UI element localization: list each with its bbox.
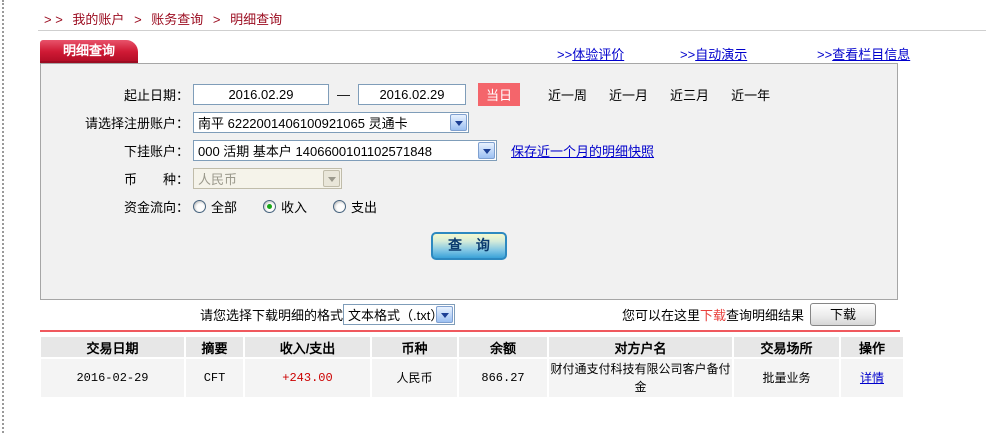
cell-balance: 866.27 <box>459 359 547 397</box>
currency-select: 人民币 <box>193 168 342 189</box>
register-account-row: 请选择注册账户： 南平 6222001406100921065 灵通卡 <box>41 112 897 133</box>
chevron-down-icon <box>478 142 495 159</box>
end-date-input[interactable] <box>358 84 466 105</box>
sub-account-value: 000 活期 基本户 1406600101102571848 <box>198 144 432 159</box>
breadcrumb-item-my-account[interactable]: 我的账户 <box>72 12 124 27</box>
query-form-panel: 起止日期： — 当日 近一周 近一月 近三月 近一年 请选择注册账户： 南平 6… <box>40 63 898 300</box>
chevron-down-icon <box>436 306 454 323</box>
sub-account-row: 下挂账户： 000 活期 基本户 1406600101102571848 保存近… <box>41 140 897 161</box>
red-divider <box>40 330 900 332</box>
breadcrumb-prefix: > > <box>44 12 63 27</box>
download-format-select[interactable]: 文本格式（.txt） <box>343 304 456 325</box>
chevron-down-icon <box>323 170 340 187</box>
radio-expense[interactable]: 支出 <box>333 197 377 216</box>
radio-income[interactable]: 收入 <box>263 197 307 216</box>
breadcrumb-item-detail-query[interactable]: 明细查询 <box>230 12 282 27</box>
radio-all[interactable]: 全部 <box>193 197 237 216</box>
experience-review-link[interactable]: >>体验评价 <box>557 44 624 63</box>
quick-year-button[interactable]: 近一年 <box>731 85 770 104</box>
currency-label: 币 种： <box>123 172 189 187</box>
radio-icon <box>333 200 347 213</box>
col-header-amount: 收入/支出 <box>245 337 370 357</box>
chevron-down-icon <box>450 114 467 131</box>
cell-summary: CFT <box>186 359 243 397</box>
register-account-label: 请选择注册账户： <box>84 116 189 131</box>
date-range-label: 起止日期： <box>123 88 189 103</box>
register-account-select[interactable]: 南平 6222001406100921065 灵通卡 <box>193 112 469 133</box>
cell-place: 批量业务 <box>734 359 839 397</box>
radio-expense-label: 支出 <box>351 200 378 215</box>
col-header-action: 操作 <box>841 337 903 357</box>
download-format-value: 文本格式（.txt） <box>348 308 437 323</box>
col-header-date: 交易日期 <box>41 337 184 357</box>
register-account-value: 南平 6222001406100921065 灵通卡 <box>198 116 408 131</box>
detail-link[interactable]: 详情 <box>860 371 884 385</box>
cell-amount: +243.00 <box>245 359 370 397</box>
download-row: 请您选择下载明细的格式 文本格式（.txt） 您可以在这里 下载 查询明细结果 … <box>40 303 898 326</box>
cell-date: 2016-02-29 <box>41 359 184 397</box>
view-column-info-link[interactable]: >>查看栏目信息 <box>817 44 910 63</box>
fund-direction-label: 资金流向： <box>123 200 189 215</box>
link-arrow-prefix: >> <box>557 47 573 62</box>
col-header-balance: 余额 <box>459 337 547 357</box>
quick-week-button[interactable]: 近一周 <box>548 85 587 104</box>
save-snapshot-link[interactable]: 保存近一个月的明细快照 <box>511 141 654 160</box>
link-arrow-prefix: >> <box>680 47 696 62</box>
radio-icon <box>193 200 206 213</box>
cell-action: 详情 <box>841 359 903 397</box>
breadcrumb-separator: > <box>212 12 221 27</box>
col-header-currency: 币种 <box>372 337 457 357</box>
table-row: 2016-02-29 CFT +243.00 人民币 866.27 财付通支付科… <box>41 359 903 397</box>
cell-currency: 人民币 <box>372 359 457 397</box>
breadcrumb-item-account-query[interactable]: 账务查询 <box>151 12 203 27</box>
col-header-counterparty: 对方户名 <box>549 337 732 357</box>
download-hint-before: 您可以在这里 <box>622 308 701 323</box>
breadcrumb: > > 我的账户 > 账务查询 > 明细查询 <box>38 9 282 28</box>
col-header-place: 交易场所 <box>734 337 839 357</box>
currency-row: 币 种： 人民币 <box>41 168 897 189</box>
table-header-row: 交易日期 摘要 收入/支出 币种 余额 对方户名 交易场所 操作 <box>41 337 903 357</box>
download-hint-after: 查询明细结果 <box>726 308 805 323</box>
radio-income-label: 收入 <box>281 200 308 215</box>
fund-direction-row: 资金流向： 全部 收入 支出 <box>41 196 897 217</box>
sub-account-select[interactable]: 000 活期 基本户 1406600101102571848 <box>193 140 497 161</box>
date-range-row: 起止日期： — 当日 近一周 近一月 近三月 近一年 <box>41 83 897 106</box>
auto-demo-link[interactable]: >>自动演示 <box>680 44 747 63</box>
query-button[interactable]: 查 询 <box>431 232 507 260</box>
date-separator: — <box>337 87 350 102</box>
tab-detail-query[interactable]: 明细查询 <box>40 40 138 63</box>
left-dotted-border <box>2 0 4 433</box>
quick-quarter-button[interactable]: 近三月 <box>670 85 709 104</box>
radio-checked-icon <box>263 200 277 213</box>
cell-counterparty: 财付通支付科技有限公司客户备付金 <box>549 359 732 397</box>
quick-today-button[interactable]: 当日 <box>478 83 521 106</box>
radio-all-label: 全部 <box>211 200 238 215</box>
download-format-label: 请您选择下载明细的格式 <box>200 308 344 323</box>
currency-value: 人民币 <box>198 172 238 187</box>
col-header-summary: 摘要 <box>186 337 243 357</box>
header-divider <box>38 30 986 31</box>
download-inline-link[interactable]: 下载 <box>700 305 726 324</box>
page: > > 我的账户 > 账务查询 > 明细查询 明细查询 >>体验评价 >>自动演… <box>0 0 1004 433</box>
download-button[interactable]: 下载 <box>810 303 877 326</box>
transaction-table: 交易日期 摘要 收入/支出 币种 余额 对方户名 交易场所 操作 2016-02… <box>39 335 905 399</box>
start-date-input[interactable] <box>193 84 329 105</box>
sub-account-label: 下挂账户： <box>123 144 189 159</box>
link-arrow-prefix: >> <box>817 47 833 62</box>
breadcrumb-separator: > <box>134 12 142 27</box>
quick-month-button[interactable]: 近一月 <box>609 85 648 104</box>
